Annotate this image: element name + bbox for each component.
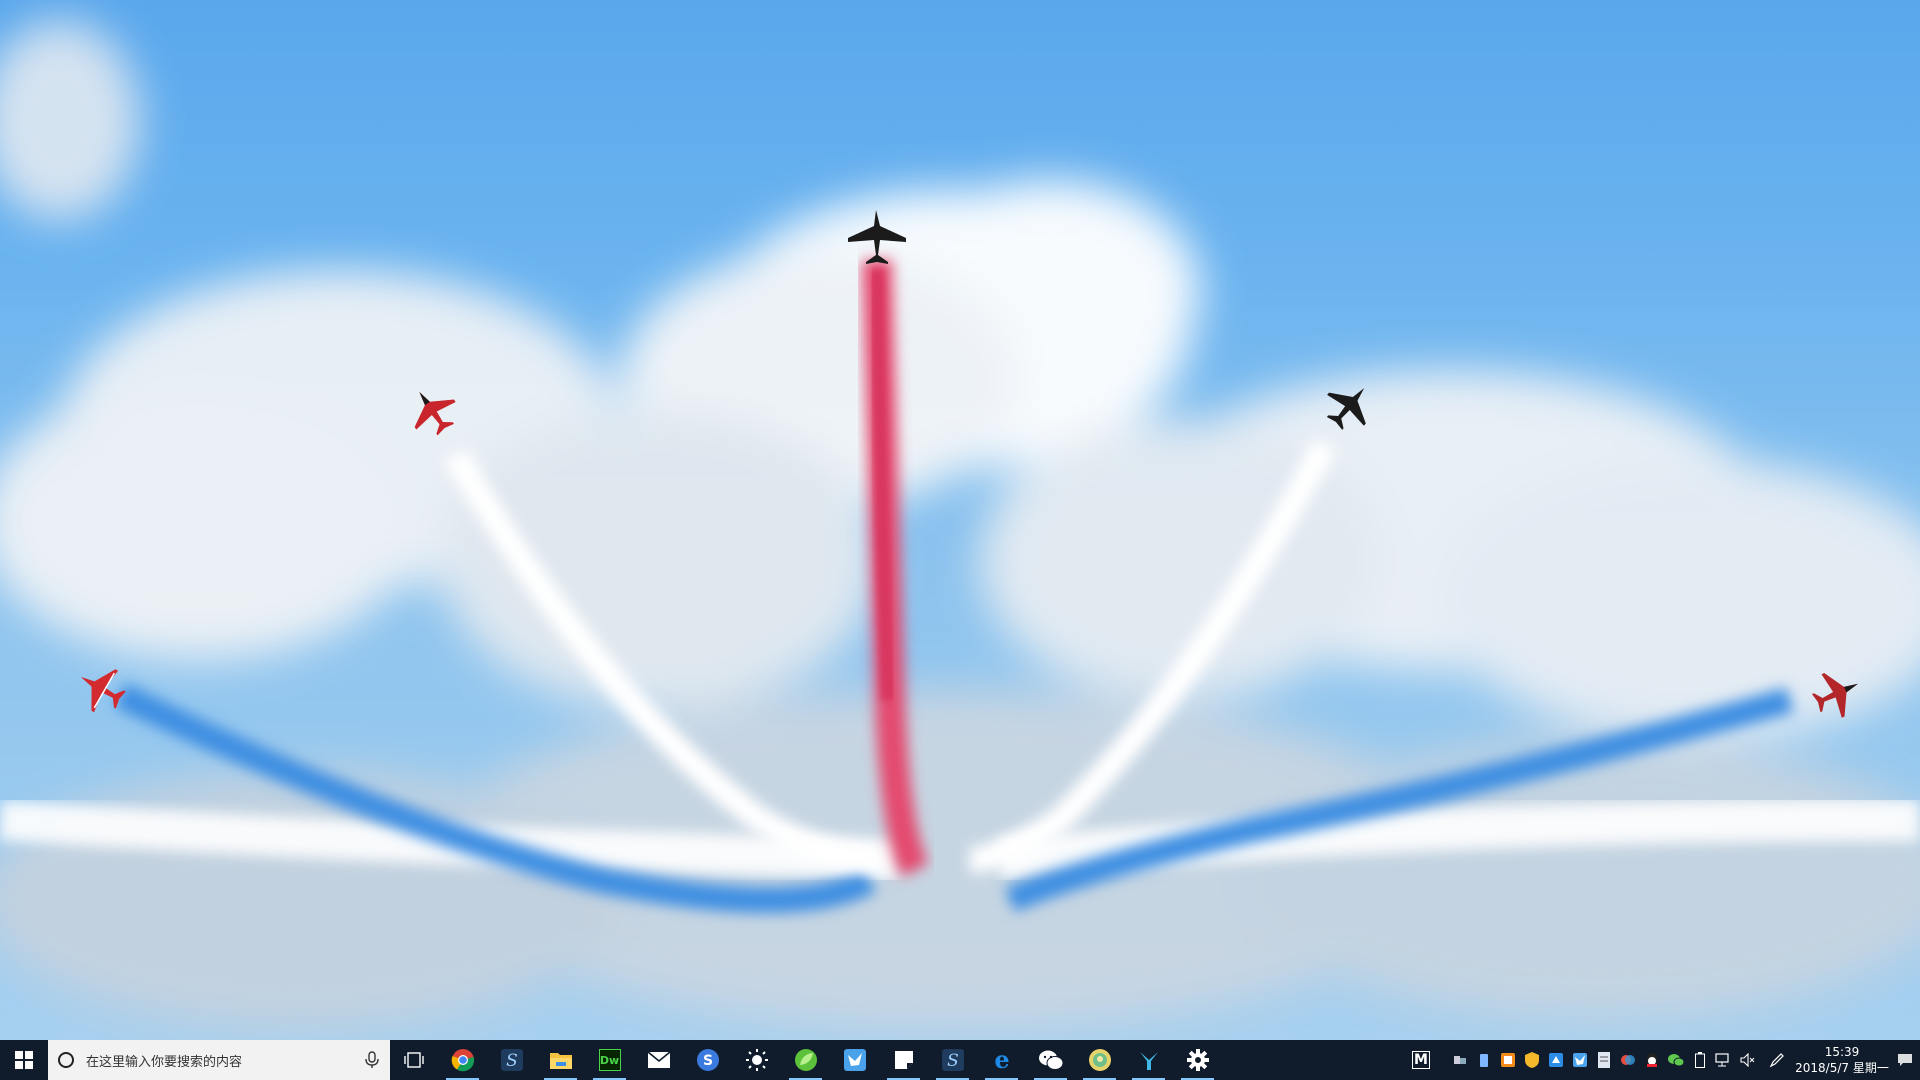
taskbar-app-sublime-s-2[interactable]: S	[928, 1040, 977, 1080]
svg-text:e: e	[994, 1048, 1009, 1072]
taskbar-app-sublime-s[interactable]: S	[487, 1040, 536, 1080]
svg-text:S: S	[506, 1051, 518, 1071]
windows-logo-icon	[15, 1051, 33, 1069]
wechat-icon	[1038, 1050, 1063, 1070]
script-s-icon: S	[941, 1049, 964, 1071]
taskbar-app-notes[interactable]	[879, 1040, 928, 1080]
tray-qq-icon[interactable]	[1640, 1040, 1664, 1080]
cortana-circle-icon	[58, 1052, 74, 1068]
clock-time: 15:39	[1824, 1045, 1860, 1059]
taskbar-app-y[interactable]	[1124, 1040, 1173, 1080]
tray-battery-icon[interactable]	[1688, 1040, 1712, 1080]
tray-network-app-icon[interactable]	[1448, 1040, 1472, 1080]
taskbar-app-brightness[interactable]	[732, 1040, 781, 1080]
tray-usb-icon[interactable]	[1472, 1040, 1496, 1080]
system-tray: M 15:39 2018/5/7 星期一	[1412, 1040, 1920, 1080]
microphone-icon[interactable]	[364, 1051, 380, 1069]
search-box[interactable]: 在这里输入你要搜索的内容	[48, 1040, 390, 1080]
pen-ink-icon[interactable]	[1760, 1040, 1794, 1080]
volume-muted-icon[interactable]	[1736, 1040, 1760, 1080]
bird-icon	[843, 1049, 866, 1071]
tray-blue-app-icon[interactable]	[1544, 1040, 1568, 1080]
folder-icon	[549, 1053, 572, 1069]
tray-shield-icon[interactable]	[1520, 1040, 1544, 1080]
map-globe-icon	[1088, 1049, 1111, 1071]
tray-bird-icon[interactable]	[1568, 1040, 1592, 1080]
clock-date: 2018/5/7 星期一	[1795, 1061, 1889, 1075]
input-method-indicator[interactable]: M	[1412, 1051, 1430, 1069]
taskbar-app-settings[interactable]	[1173, 1040, 1222, 1080]
taskbar-app-map[interactable]	[1075, 1040, 1124, 1080]
script-s-icon: S	[500, 1049, 523, 1071]
pinned-apps: S Dw S S e	[438, 1040, 1222, 1080]
mail-icon	[646, 1051, 671, 1068]
chrome-icon	[451, 1049, 474, 1072]
svg-text:S: S	[702, 1053, 712, 1069]
desktop-wallpaper	[0, 0, 1920, 1040]
leaf-icon	[794, 1049, 817, 1071]
taskbar-app-sogou-browser[interactable]: S	[683, 1040, 732, 1080]
task-view-button[interactable]	[390, 1040, 438, 1080]
taskbar-app-leaf[interactable]	[781, 1040, 830, 1080]
taskbar-app-bird[interactable]	[830, 1040, 879, 1080]
task-view-icon	[404, 1052, 424, 1068]
taskbar-app-dreamweaver[interactable]: Dw	[585, 1040, 634, 1080]
tray-document-icon[interactable]	[1592, 1040, 1616, 1080]
sun-icon	[745, 1049, 768, 1071]
tray-wechat-icon[interactable]	[1664, 1040, 1688, 1080]
tray-orange-app-icon[interactable]	[1496, 1040, 1520, 1080]
taskbar-app-chrome[interactable]	[438, 1040, 487, 1080]
taskbar-app-wechat[interactable]	[1026, 1040, 1075, 1080]
action-center-button[interactable]	[1890, 1040, 1920, 1080]
start-button[interactable]	[0, 1040, 48, 1080]
notification-icon	[1898, 1054, 1912, 1066]
taskbar-app-mail[interactable]	[634, 1040, 683, 1080]
tray-colorful-app-icon[interactable]	[1616, 1040, 1640, 1080]
sogou-browser-icon: S	[696, 1049, 719, 1071]
y-arrow-icon	[1139, 1052, 1158, 1070]
gear-icon	[1186, 1049, 1209, 1071]
taskbar-app-file-explorer[interactable]	[536, 1040, 585, 1080]
wallpaper-image	[0, 20, 1920, 1030]
sticky-note-icon	[894, 1051, 913, 1069]
dreamweaver-icon: Dw	[598, 1049, 621, 1071]
network-icon[interactable]	[1712, 1040, 1736, 1080]
system-clock[interactable]: 15:39 2018/5/7 星期一	[1794, 1040, 1890, 1080]
search-placeholder: 在这里输入你要搜索的内容	[86, 1054, 243, 1070]
edge-icon: e	[994, 1048, 1009, 1072]
svg-text:S: S	[947, 1051, 959, 1071]
taskbar: 在这里输入你要搜索的内容 S Dw S S e M 15:39 2018/5/7…	[0, 1040, 1920, 1080]
taskbar-app-edge[interactable]: e	[977, 1040, 1026, 1080]
